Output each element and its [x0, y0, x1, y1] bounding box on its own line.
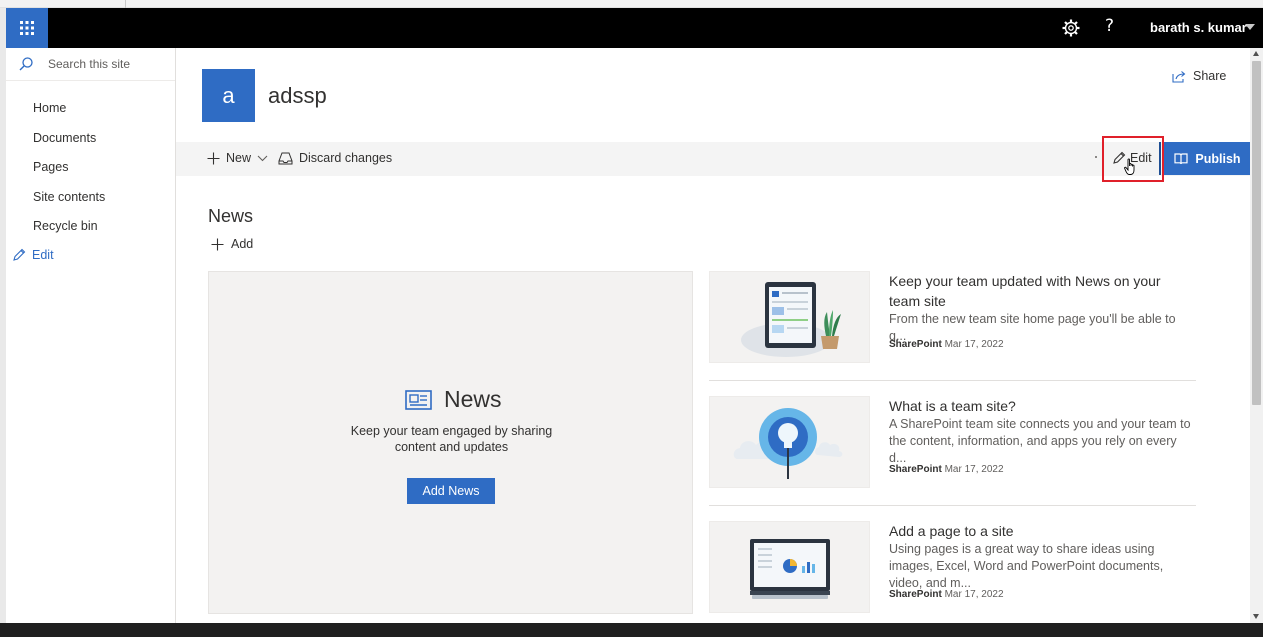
suite-bar: ? barath s. kumar	[6, 8, 1263, 48]
gear-icon[interactable]	[1061, 18, 1081, 38]
plus-icon	[211, 238, 224, 250]
plus-icon	[207, 152, 220, 164]
scroll-up-arrow-icon[interactable]	[1253, 51, 1259, 56]
article-meta: SharePoint Mar 17, 2022	[889, 589, 1004, 600]
article-author: SharePoint	[889, 464, 942, 475]
newspaper-icon	[405, 389, 432, 410]
article-thumbnail[interactable]	[709, 271, 870, 363]
book-icon	[1174, 152, 1189, 164]
article-divider	[709, 505, 1196, 506]
nav-item-site-contents[interactable]: Site contents	[33, 190, 105, 204]
article-date: Mar 17, 2022	[944, 464, 1004, 475]
news-heading: News	[208, 206, 254, 226]
nav-item-documents[interactable]: Documents	[33, 131, 96, 145]
article-divider	[709, 380, 1196, 381]
monitor-chart-illustration-icon	[750, 539, 830, 599]
pencil-icon	[13, 248, 26, 261]
publish-label: Publish	[1195, 151, 1241, 166]
article-author: SharePoint	[889, 589, 942, 600]
news-add-button[interactable]: Add	[211, 237, 253, 251]
command-separator	[1095, 156, 1097, 158]
article-description: Using pages is a great way to share idea…	[889, 542, 1164, 590]
chevron-down-icon	[257, 155, 268, 161]
article-thumbnail[interactable]	[709, 396, 870, 488]
news-placeholder-card: News Keep your team engaged by sharing c…	[208, 271, 693, 614]
bottom-bar	[0, 623, 1263, 637]
nav-item-pages[interactable]: Pages	[33, 160, 68, 174]
search-input[interactable]	[48, 57, 168, 71]
help-button[interactable]: ?	[1105, 16, 1114, 36]
waffle-icon	[20, 21, 34, 35]
site-logo[interactable]: a	[202, 69, 255, 122]
news-placeholder-title: News	[444, 386, 502, 412]
search-box[interactable]	[6, 48, 175, 81]
share-button[interactable]: Share	[1172, 69, 1226, 83]
discard-icon	[278, 152, 293, 164]
scroll-down-arrow-icon[interactable]	[1253, 614, 1259, 619]
nav-edit-label: Edit	[32, 248, 54, 262]
publish-button[interactable]: Publish	[1164, 142, 1251, 175]
news-placeholder-description: Keep your team engaged by sharing conten…	[350, 424, 553, 454]
lightbulb-illustration-icon	[733, 408, 843, 479]
news-article-3[interactable]: Add a page to a site Using pages is a gr…	[709, 521, 1196, 616]
hand-cursor-icon	[1124, 158, 1135, 175]
share-label: Share	[1193, 69, 1227, 83]
app-launcher-button[interactable]	[6, 8, 48, 48]
article-title[interactable]: What is a team site?	[889, 396, 1189, 416]
news-placeholder-title-row: News	[405, 386, 502, 413]
article-description: A SharePoint team site connects you and …	[889, 417, 1191, 465]
chevron-down-icon[interactable]	[1245, 24, 1255, 30]
news-article-1[interactable]: Keep your team updated with News on your…	[709, 271, 1196, 366]
news-article-2[interactable]: What is a team site? A SharePoint team s…	[709, 396, 1196, 491]
article-date: Mar 17, 2022	[944, 339, 1004, 350]
discard-changes-label: Discard changes	[299, 151, 393, 165]
vertical-scrollbar[interactable]	[1250, 48, 1263, 623]
new-label: New	[226, 151, 252, 165]
user-name[interactable]: barath s. kumar	[1150, 20, 1247, 35]
article-meta: SharePoint Mar 17, 2022	[889, 464, 1004, 475]
article-date: Mar 17, 2022	[944, 589, 1004, 600]
article-thumbnail[interactable]	[709, 521, 870, 613]
nav-item-home[interactable]: Home	[33, 101, 66, 115]
scrollbar-thumb[interactable]	[1252, 61, 1261, 405]
left-navigation: Home Documents Pages Site contents Recyc…	[6, 48, 176, 623]
article-meta: SharePoint Mar 17, 2022	[889, 339, 1004, 350]
add-news-button[interactable]: Add News	[407, 478, 495, 504]
nav-edit-link[interactable]: Edit	[12, 248, 54, 262]
new-button[interactable]: New	[207, 151, 268, 165]
tablet-plant-illustration-icon	[741, 282, 841, 357]
article-title[interactable]: Keep your team updated with News on your…	[889, 271, 1189, 311]
share-icon	[1172, 70, 1186, 83]
article-author: SharePoint	[889, 339, 942, 350]
article-title[interactable]: Add a page to a site	[889, 521, 1189, 541]
window-top-strip	[0, 0, 1263, 8]
discard-changes-button[interactable]: Discard changes	[278, 151, 392, 165]
command-bar: New Discard changes Edit	[176, 142, 1254, 176]
search-icon	[19, 57, 33, 71]
site-title[interactable]: adssp	[268, 83, 327, 109]
news-add-label: Add	[231, 237, 254, 251]
nav-item-recycle-bin[interactable]: Recycle bin	[33, 219, 98, 233]
window-top-mark	[125, 0, 126, 8]
